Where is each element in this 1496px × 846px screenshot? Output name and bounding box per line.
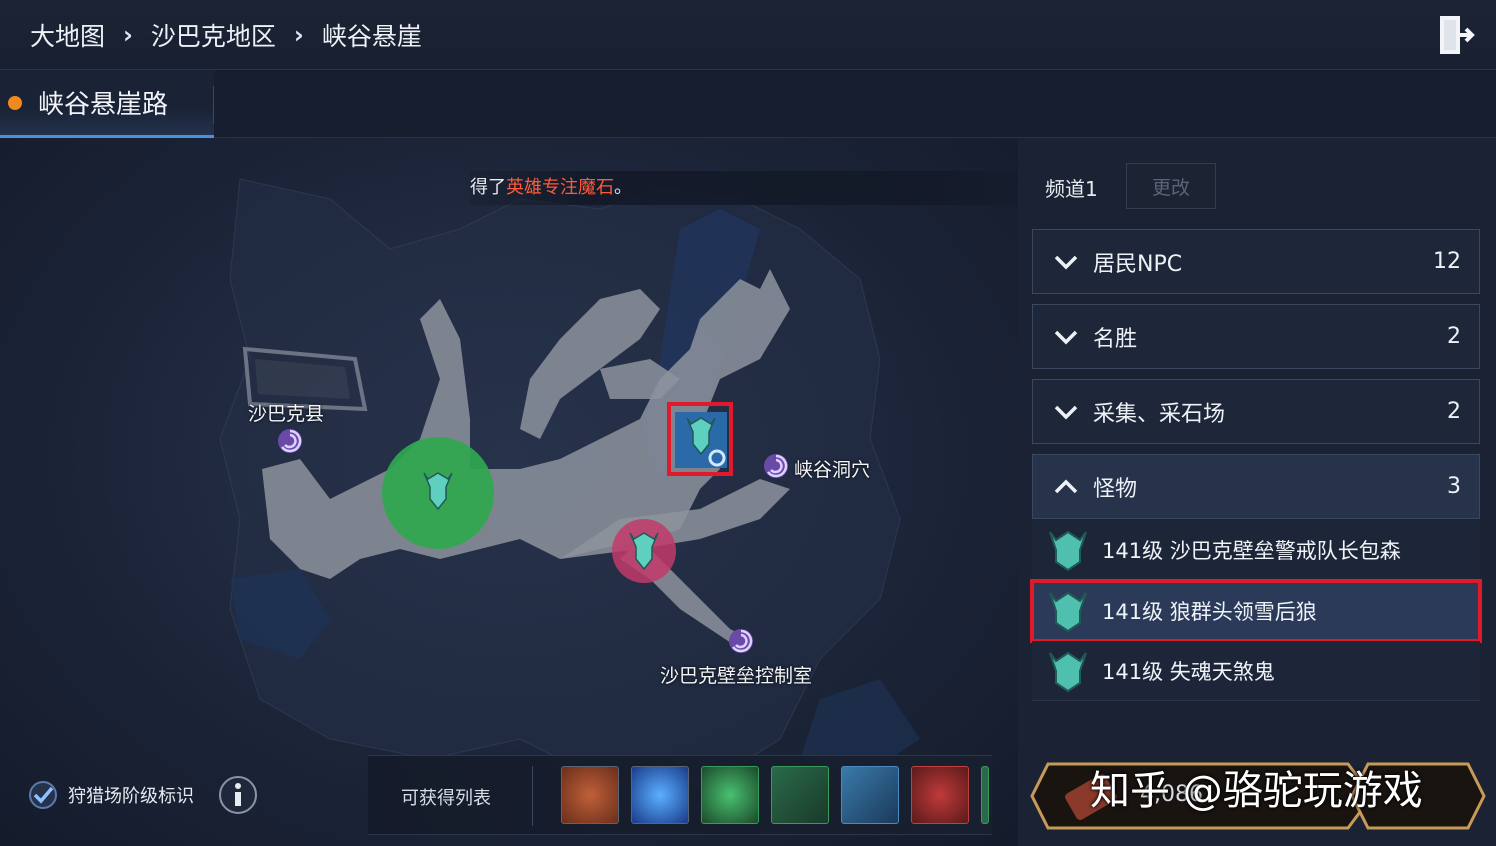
category-name: 居民NPC [1093, 251, 1183, 277]
check-icon [29, 781, 57, 809]
breadcrumb-world-map[interactable]: 大地图 [30, 17, 105, 53]
monster-head-icon [1049, 530, 1087, 571]
breadcrumb-area: 峡谷悬崖 [321, 21, 422, 51]
active-dot-icon [8, 95, 22, 110]
map-label-control-room: 沙巴克壁垒控制室 [660, 665, 813, 687]
area-map[interactable]: 得了英雄专注魔石。 沙巴克县 峡谷洞穴 沙巴克壁垒控制室 [0, 139, 1018, 846]
breadcrumb-region[interactable]: 沙巴克地区 [151, 17, 276, 53]
monster-name: 141级 失魂天煞鬼 [1102, 659, 1275, 684]
monster-name: 141级 狼群头领雪后狼 [1102, 599, 1317, 624]
item-slot-chest[interactable] [911, 766, 969, 824]
category-count: 3 [1447, 474, 1461, 499]
notice-prefix: 得了 [470, 177, 506, 198]
item-slot-amulet[interactable] [701, 766, 759, 824]
category-name: 名胜 [1093, 326, 1138, 352]
channel-label: 频道1 [1045, 177, 1098, 201]
hunt-zone-pink[interactable] [610, 517, 678, 585]
map-terrain [219, 178, 920, 790]
chevron-up-icon [1054, 479, 1078, 493]
change-channel-button[interactable]: 更改 [1126, 163, 1216, 209]
hunt-zone-green[interactable] [380, 435, 496, 551]
item-slot-weapon[interactable] [771, 766, 829, 824]
notice-suffix: 。 [614, 177, 632, 198]
info-panel: 频道1 更改 居民NPC 12 名胜 2 采集、采石场 2 怪物 3 141级 … [1018, 139, 1496, 846]
category-monsters[interactable]: 怪物 3 [1032, 454, 1480, 519]
item-slot-partial[interactable] [981, 766, 989, 824]
drop-list-divider [532, 766, 533, 826]
monster-row[interactable]: 141级 失魂天煞鬼 [1032, 641, 1480, 701]
portal-swirl-icon[interactable] [727, 627, 755, 655]
monster-head-icon [1049, 591, 1087, 632]
chevron-down-icon [1054, 330, 1078, 344]
chevron-down-icon [1054, 405, 1078, 419]
tab-label: 峡谷悬崖路 [38, 90, 169, 120]
category-name: 采集、采石场 [1093, 401, 1226, 427]
watermark-text: 知乎 @骆驼玩游戏 [1090, 768, 1423, 814]
system-notice: 得了英雄专注魔石。 [470, 171, 1018, 205]
portal-swirl-icon[interactable] [762, 452, 790, 480]
breadcrumb-separator: › [293, 20, 304, 49]
notice-highlight: 英雄专注魔石 [506, 177, 614, 198]
hunt-grade-label: 狩猎场阶级标识 [68, 786, 194, 807]
exit-door-icon[interactable] [1438, 14, 1476, 56]
category-count: 2 [1447, 399, 1461, 424]
category-count: 2 [1447, 324, 1461, 349]
item-slot-orb[interactable] [631, 766, 689, 824]
map-label-town: 沙巴克县 [248, 403, 325, 425]
category-name: 怪物 [1093, 476, 1138, 502]
monster-row-selected[interactable]: 141级 狼群头领雪后狼 [1030, 579, 1482, 643]
selected-boss-marker[interactable] [667, 402, 733, 476]
monster-name: 141级 沙巴克壁垒警戒队长包森 [1102, 538, 1401, 563]
drop-list: 可获得列表 [368, 755, 992, 835]
category-gathering[interactable]: 采集、采石场 2 [1032, 379, 1480, 444]
category-count: 12 [1433, 249, 1461, 274]
top-bar: 大地图 › 沙巴克地区 › 峡谷悬崖 [0, 0, 1496, 70]
tab-divider [213, 86, 214, 124]
hunt-grade-toggle[interactable]: 狩猎场阶级标识 [28, 780, 194, 810]
drop-list-label: 可获得列表 [401, 788, 491, 809]
monster-head-icon [1049, 651, 1087, 692]
category-resident-npc[interactable]: 居民NPC 12 [1032, 229, 1480, 294]
portal-swirl-icon[interactable] [276, 427, 304, 455]
item-slot-coin[interactable] [561, 766, 619, 824]
monster-row[interactable]: 141级 沙巴克壁垒警戒队长包森 [1032, 520, 1480, 580]
map-label-cave: 峡谷洞穴 [794, 459, 871, 481]
breadcrumb-separator: › [123, 20, 133, 49]
tab-canyon-cliff-road[interactable]: 峡谷悬崖路 [0, 70, 214, 138]
chevron-down-icon [1054, 255, 1078, 269]
area-tab-bar: 峡谷悬崖路 [0, 70, 1496, 138]
category-landmarks[interactable]: 名胜 2 [1032, 304, 1480, 369]
item-slot-statue[interactable] [841, 766, 899, 824]
info-icon[interactable] [218, 775, 258, 815]
